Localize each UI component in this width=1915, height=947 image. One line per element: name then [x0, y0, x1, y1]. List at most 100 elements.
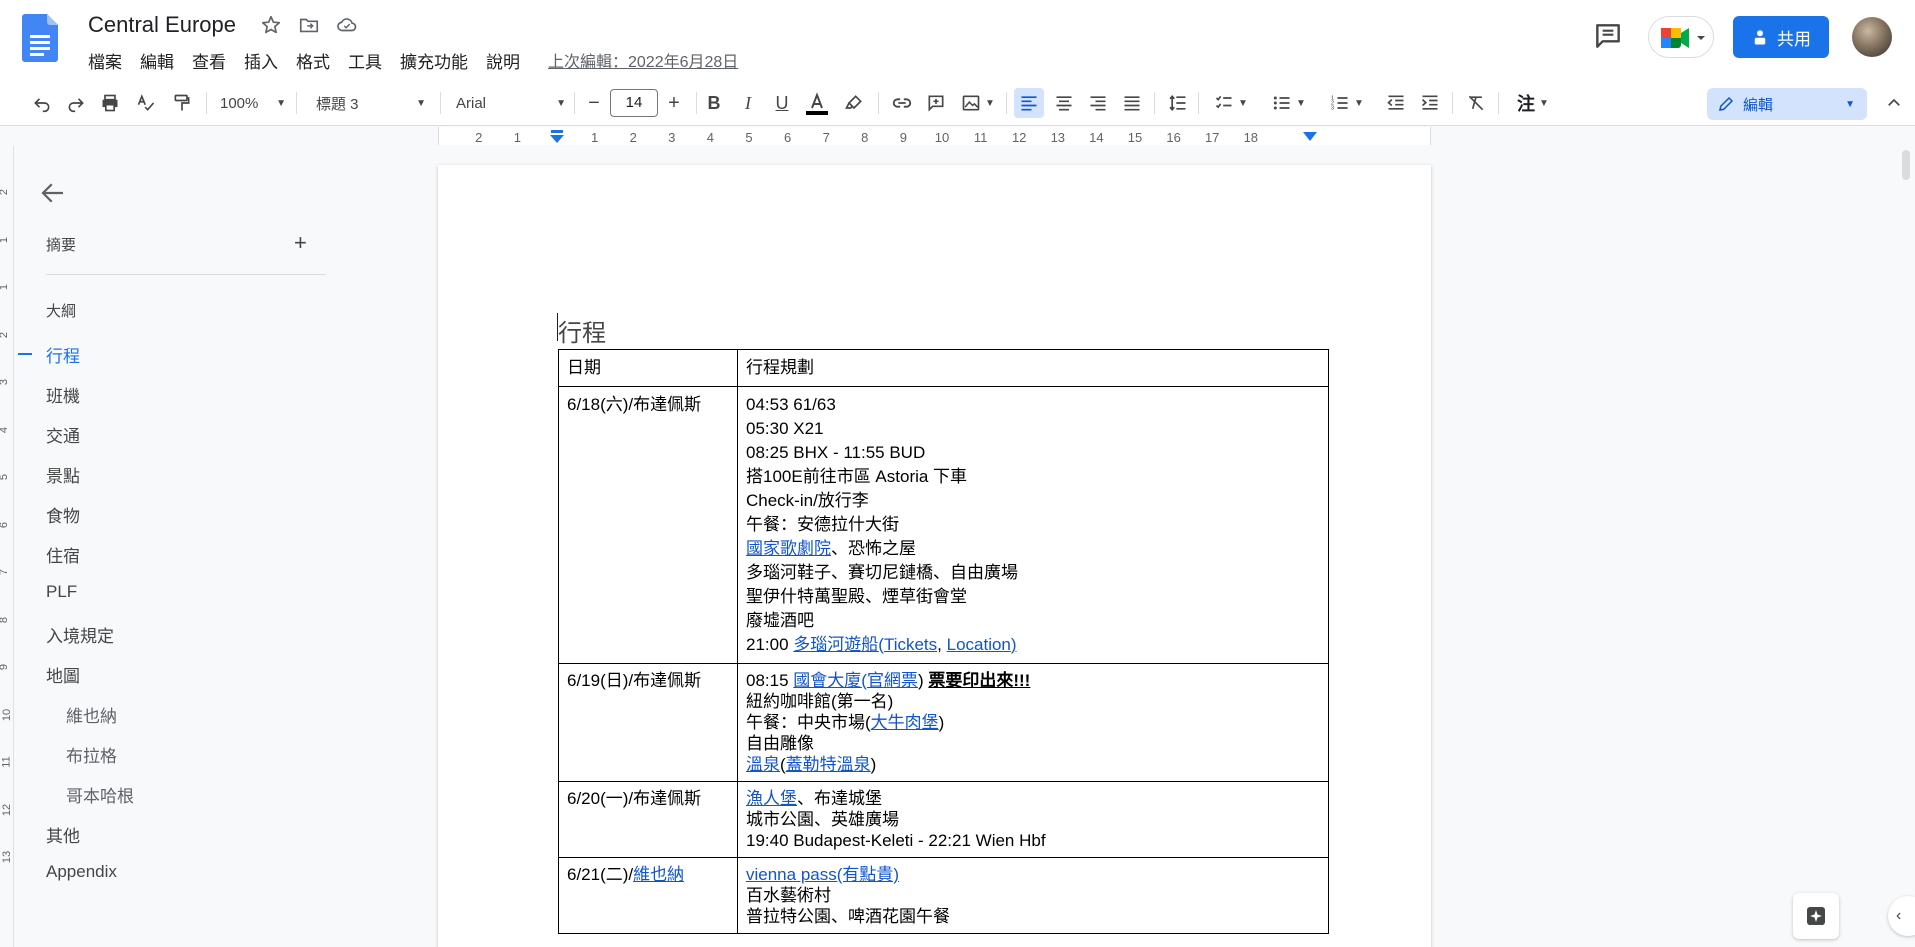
share-button[interactable]: 共用 — [1733, 16, 1829, 58]
table-header-cell[interactable]: 行程規劃 — [737, 349, 1329, 387]
itinerary-table[interactable]: 日期 行程規劃 6/18(六)/布達佩斯 04:53 61/63 05:30 X… — [558, 349, 1329, 934]
scrollbar-thumb[interactable] — [1902, 150, 1910, 180]
link-gellert-spa[interactable]: 蓋勒特溫泉 — [786, 755, 871, 774]
checklist-icon[interactable]: ▼ — [1206, 88, 1256, 118]
ruler-number: 6 — [783, 130, 792, 145]
insert-image-icon[interactable]: ▼ — [958, 88, 998, 118]
plan-cell[interactable]: 漁人堡、布達城堡 城市公園、英雄廣場 19:40 Budapest-Keleti… — [737, 781, 1329, 858]
text-color-icon[interactable] — [803, 88, 831, 118]
paragraph-style-select[interactable]: 標題 3 ▼ — [312, 88, 430, 118]
align-justify-icon[interactable] — [1118, 88, 1146, 118]
doc-heading[interactable]: 行程 — [558, 313, 606, 348]
plan-cell[interactable]: 04:53 61/63 05:30 X21 08:25 BHX - 11:55 … — [737, 386, 1329, 664]
spellcheck-icon[interactable] — [132, 88, 160, 118]
date-cell[interactable]: 6/20(一)/布達佩斯 — [558, 781, 738, 858]
outline-item[interactable]: 入境規定 — [46, 622, 114, 647]
outline-item[interactable]: PLF — [46, 582, 77, 602]
menu-help[interactable]: 說明 — [486, 48, 520, 73]
link-opera-house[interactable]: 國家歌劇院 — [746, 539, 831, 558]
align-left-icon[interactable] — [1014, 88, 1044, 118]
ruler-number: 8 — [861, 130, 869, 145]
outline-item[interactable]: 維也納 — [66, 702, 117, 727]
outline-item[interactable]: 其他 — [46, 822, 80, 847]
date-cell[interactable]: 6/19(日)/布達佩斯 — [558, 663, 738, 782]
insert-link-icon[interactable] — [888, 88, 916, 118]
add-comment-icon[interactable] — [922, 88, 950, 118]
outline-item[interactable]: 地圖 — [46, 662, 80, 687]
menu-extensions[interactable]: 擴充功能 — [400, 48, 468, 73]
font-size-input[interactable]: 14 — [610, 89, 658, 117]
align-right-icon[interactable] — [1084, 88, 1112, 118]
move-folder-icon[interactable] — [298, 14, 320, 36]
plan-cell[interactable]: 08:15 國會大廈(官網票) 票要印出來!!! 紐約咖啡館(第一名) 午餐：中… — [737, 663, 1329, 782]
menu-file[interactable]: 檔案 — [88, 48, 122, 73]
link-burger[interactable]: 大牛肉堡 — [871, 713, 939, 732]
docs-logo-icon[interactable] — [22, 14, 58, 62]
date-cell[interactable]: 6/18(六)/布達佩斯 — [558, 386, 738, 664]
input-tools-icon[interactable]: 注 ▼ — [1508, 88, 1558, 118]
avatar[interactable] — [1852, 17, 1892, 57]
plan-cell[interactable]: vienna pass(有點貴) 百水藝術村 普拉特公園、啤酒花園午餐 — [737, 857, 1329, 934]
font-family-select[interactable]: Arial ▼ — [452, 88, 570, 118]
link-parliament[interactable]: 國會大廈 — [793, 671, 861, 690]
outline-item[interactable]: 布拉格 — [66, 742, 117, 767]
menu-insert[interactable]: 插入 — [244, 48, 278, 73]
cloud-saved-icon[interactable] — [336, 14, 358, 36]
print-icon[interactable] — [96, 88, 124, 118]
link-official-ticket[interactable]: 官網票 — [867, 671, 918, 690]
document-title[interactable]: Central Europe — [88, 12, 236, 38]
italic-icon[interactable]: I — [734, 88, 762, 118]
right-indent-marker[interactable] — [1302, 130, 1318, 149]
outline-item[interactable]: Appendix — [46, 862, 117, 882]
link-fishermans-bastion[interactable]: 漁人堡 — [746, 789, 797, 808]
outline-item[interactable]: 哥本哈根 — [66, 782, 134, 807]
line-spacing-icon[interactable] — [1164, 88, 1192, 118]
paint-format-icon[interactable] — [168, 88, 196, 118]
link-location[interactable]: Location — [947, 635, 1011, 654]
increase-font-size-button[interactable]: + — [660, 88, 688, 118]
link-tickets[interactable]: Tickets — [884, 635, 937, 654]
outline-item[interactable]: 住宿 — [46, 542, 80, 567]
outline-item[interactable]: 景點 — [46, 462, 80, 487]
outline-item[interactable]: 交通 — [46, 422, 80, 447]
bulleted-list-icon[interactable]: ▼ — [1264, 88, 1314, 118]
explore-sparkle-icon[interactable] — [1793, 893, 1839, 939]
redo-icon[interactable] — [62, 88, 90, 118]
decrease-indent-icon[interactable] — [1382, 88, 1410, 118]
toolbar-divider — [696, 92, 697, 114]
menu-tools[interactable]: 工具 — [348, 48, 382, 73]
bold-icon[interactable]: B — [700, 88, 728, 118]
decrease-font-size-button[interactable]: − — [580, 88, 608, 118]
link-spa[interactable]: 溫泉 — [746, 755, 780, 774]
highlight-icon[interactable] — [840, 88, 868, 118]
editing-mode-select[interactable]: 編輯 ▼ — [1707, 88, 1867, 120]
side-panel-chevron-left-icon[interactable]: ‹ — [1888, 896, 1915, 936]
outline-item[interactable]: 食物 — [46, 502, 80, 527]
menu-edit[interactable]: 編輯 — [140, 48, 174, 73]
star-icon[interactable] — [260, 14, 282, 36]
increase-indent-icon[interactable] — [1416, 88, 1444, 118]
comment-history-icon[interactable] — [1592, 20, 1624, 52]
close-outline-arrow-icon[interactable] — [38, 178, 68, 208]
table-header-cell[interactable]: 日期 — [558, 349, 738, 387]
zoom-select[interactable]: 100% ▼ — [216, 88, 290, 118]
outline-item[interactable]: 行程 — [46, 342, 80, 367]
align-center-icon[interactable] — [1050, 88, 1078, 118]
clear-formatting-icon[interactable] — [1462, 88, 1490, 118]
undo-icon[interactable] — [28, 88, 56, 118]
hide-menus-chevron-up-icon[interactable] — [1880, 88, 1908, 118]
menu-format[interactable]: 格式 — [296, 48, 330, 73]
date-cell[interactable]: 6/21(二)/維也納 — [558, 857, 738, 934]
document-page[interactable]: 行程 日期 行程規劃 6/18(六)/布達佩斯 04:53 61/63 05:3… — [438, 165, 1431, 947]
link-danube-cruise[interactable]: 多瑙河遊船 — [793, 635, 878, 654]
link-vienna[interactable]: 維也納 — [633, 865, 684, 884]
numbered-list-icon[interactable]: 123 ▼ — [1322, 88, 1372, 118]
meet-button[interactable] — [1648, 16, 1714, 58]
add-summary-icon[interactable]: + — [294, 230, 307, 256]
link-vienna-pass[interactable]: vienna pass(有點貴) — [746, 865, 899, 884]
outline-item[interactable]: 班機 — [46, 382, 80, 407]
underline-icon[interactable]: U — [768, 88, 796, 118]
last-edit-link[interactable]: 上次編輯：2022年6月28日 — [548, 48, 738, 72]
left-indent-marker[interactable] — [549, 130, 565, 149]
menu-view[interactable]: 查看 — [192, 48, 226, 73]
